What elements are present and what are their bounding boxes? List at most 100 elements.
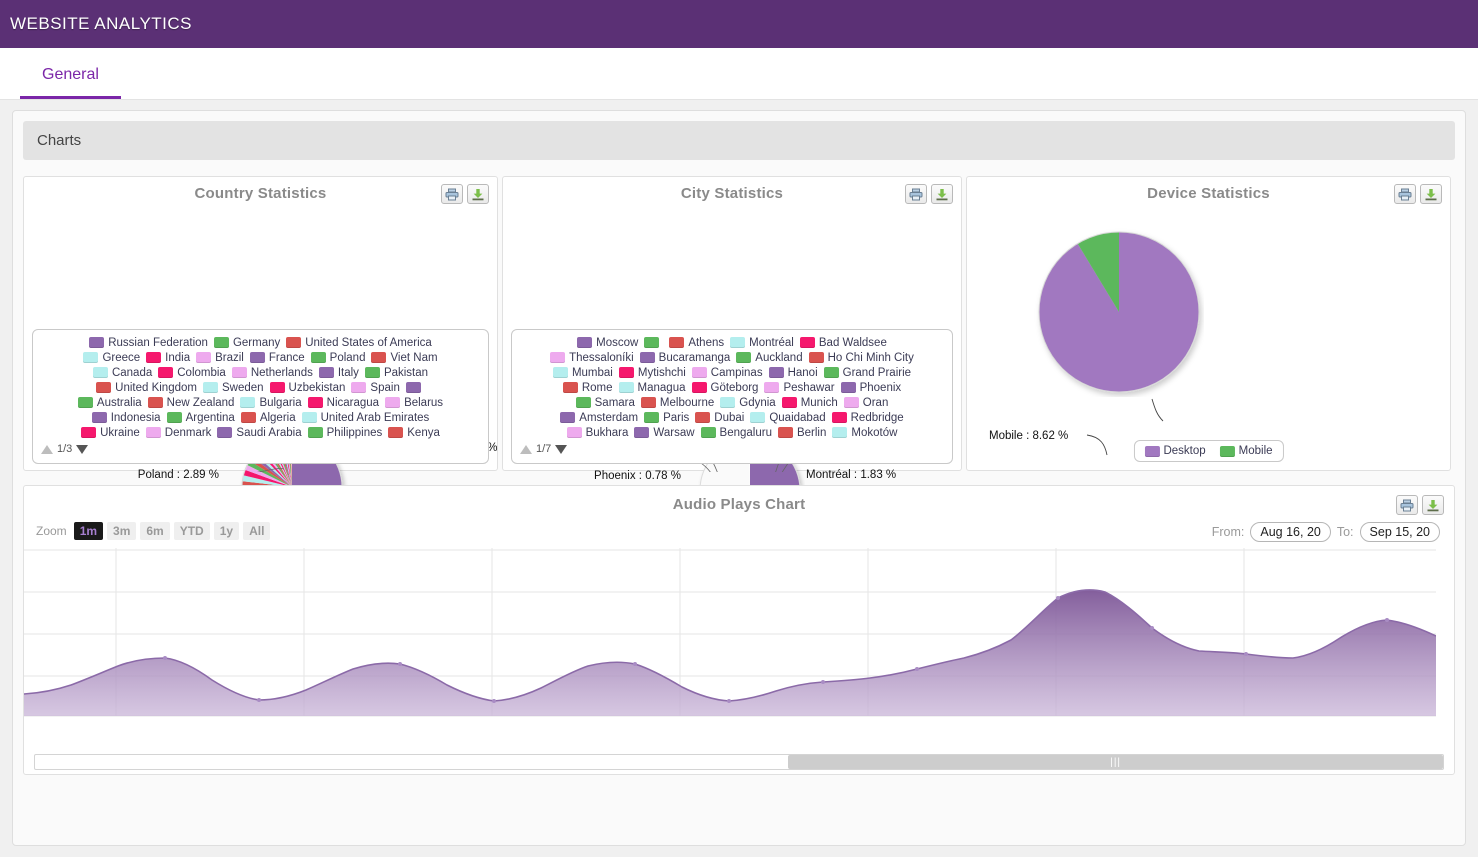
download-icon[interactable] bbox=[1420, 184, 1442, 204]
legend-item[interactable]: Desktop bbox=[1144, 445, 1205, 457]
from-date-input[interactable]: Aug 16, 20 bbox=[1250, 522, 1330, 542]
legend-item[interactable] bbox=[406, 382, 425, 393]
legend-item[interactable]: Bad Waldsee bbox=[800, 337, 887, 349]
legend-item[interactable]: Athens bbox=[669, 337, 724, 349]
legend-item[interactable]: Mytishchi bbox=[619, 367, 686, 379]
legend-item[interactable]: Hanoi bbox=[769, 367, 818, 379]
legend-item[interactable]: Russian Federation bbox=[89, 337, 208, 349]
legend-item[interactable]: Philippines bbox=[308, 427, 383, 439]
legend-item[interactable]: Bukhara bbox=[567, 427, 629, 439]
legend-prev-icon[interactable] bbox=[41, 445, 53, 454]
legend-item[interactable]: Argentina bbox=[167, 412, 235, 424]
printer-icon[interactable] bbox=[905, 184, 927, 204]
device-pie-svg[interactable] bbox=[1034, 227, 1204, 397]
legend-item[interactable]: Mokotów bbox=[832, 427, 897, 439]
legend-item[interactable]: Phoenix bbox=[841, 382, 902, 394]
legend-item[interactable]: Belarus bbox=[385, 397, 443, 409]
legend-item[interactable]: Paris bbox=[644, 412, 689, 424]
legend-item[interactable]: Munich bbox=[782, 397, 838, 409]
device-pie[interactable] bbox=[1034, 227, 1204, 397]
legend-item[interactable]: Ho Chi Minh City bbox=[809, 352, 914, 364]
printer-icon[interactable] bbox=[1394, 184, 1416, 204]
legend-item[interactable]: Peshawar bbox=[764, 382, 834, 394]
zoom-option-3m[interactable]: 3m bbox=[107, 522, 136, 540]
legend-item[interactable]: Mumbai bbox=[553, 367, 613, 379]
legend-item[interactable]: Indonesia bbox=[92, 412, 161, 424]
legend-item[interactable]: Algeria bbox=[241, 412, 296, 424]
chart-scrollbar[interactable]: ||| bbox=[34, 754, 1444, 770]
legend-item[interactable]: Germany bbox=[214, 337, 280, 349]
legend-item[interactable]: Quaidabad bbox=[750, 412, 825, 424]
legend-item[interactable]: Gdynia bbox=[720, 397, 775, 409]
tab-general[interactable]: General bbox=[20, 58, 121, 99]
legend-item[interactable]: Berlin bbox=[778, 427, 826, 439]
legend-item[interactable]: United Kingdom bbox=[96, 382, 197, 394]
printer-icon[interactable] bbox=[1396, 495, 1418, 515]
legend-item[interactable]: Viet Nam bbox=[371, 352, 437, 364]
to-label: To: bbox=[1337, 525, 1354, 539]
legend-item[interactable]: France bbox=[250, 352, 305, 364]
download-icon[interactable] bbox=[931, 184, 953, 204]
legend-item[interactable]: United Arab Emirates bbox=[302, 412, 430, 424]
legend-item[interactable]: Thessaloníki bbox=[550, 352, 634, 364]
legend-item[interactable]: Oran bbox=[844, 397, 889, 409]
legend-item[interactable]: Bucaramanga bbox=[640, 352, 731, 364]
legend-item[interactable]: Campinas bbox=[692, 367, 763, 379]
chart-scrollbar-thumb[interactable]: ||| bbox=[788, 755, 1443, 769]
legend-item[interactable]: India bbox=[146, 352, 190, 364]
legend-item[interactable]: Samara bbox=[576, 397, 635, 409]
legend-prev-icon[interactable] bbox=[520, 445, 532, 454]
legend-item[interactable]: Canada bbox=[93, 367, 152, 379]
zoom-option-1m[interactable]: 1m bbox=[74, 522, 103, 540]
download-icon[interactable] bbox=[1422, 495, 1444, 515]
legend-item[interactable]: Netherlands bbox=[232, 367, 313, 379]
legend-item[interactable]: Greece bbox=[83, 352, 140, 364]
legend-item[interactable]: Bengaluru bbox=[701, 427, 772, 439]
legend-item[interactable]: Italy bbox=[319, 367, 359, 379]
legend-item[interactable] bbox=[644, 337, 663, 348]
legend-item[interactable]: Dubai bbox=[695, 412, 744, 424]
legend-item[interactable]: New Zealand bbox=[148, 397, 235, 409]
city-export-buttons bbox=[905, 184, 953, 204]
legend-item[interactable]: Rome bbox=[563, 382, 613, 394]
legend-item[interactable]: Denmark bbox=[146, 427, 212, 439]
legend-swatch bbox=[730, 337, 745, 348]
legend-item[interactable]: Auckland bbox=[736, 352, 802, 364]
legend-item[interactable]: Moscow bbox=[577, 337, 638, 349]
legend-item[interactable]: Ukraine bbox=[81, 427, 140, 439]
legend-label: Spain bbox=[370, 382, 399, 394]
legend-item[interactable]: Göteborg bbox=[692, 382, 759, 394]
legend-item[interactable]: Colombia bbox=[158, 367, 226, 379]
legend-item[interactable]: Managua bbox=[619, 382, 686, 394]
zoom-option-1y[interactable]: 1y bbox=[214, 522, 239, 540]
legend-label: Rome bbox=[582, 382, 613, 394]
legend-item[interactable]: Kenya bbox=[388, 427, 440, 439]
legend-item[interactable]: Grand Prairie bbox=[824, 367, 911, 379]
download-icon[interactable] bbox=[467, 184, 489, 204]
to-date-input[interactable]: Sep 15, 20 bbox=[1360, 522, 1440, 542]
legend-item[interactable]: Uzbekistan bbox=[270, 382, 346, 394]
legend-item[interactable]: Saudi Arabia bbox=[217, 427, 301, 439]
legend-item[interactable]: Mobile bbox=[1220, 445, 1273, 457]
legend-item[interactable]: Amsterdam bbox=[560, 412, 638, 424]
legend-next-icon[interactable] bbox=[76, 445, 88, 454]
legend-item[interactable]: Sweden bbox=[203, 382, 264, 394]
legend-item[interactable]: Brazil bbox=[196, 352, 244, 364]
legend-item[interactable]: Montréal bbox=[730, 337, 794, 349]
legend-item[interactable]: United States of America bbox=[286, 337, 432, 349]
legend-item[interactable]: Australia bbox=[78, 397, 142, 409]
legend-item[interactable]: Nicaragua bbox=[308, 397, 379, 409]
legend-item[interactable]: Poland bbox=[311, 352, 366, 364]
legend-next-icon[interactable] bbox=[555, 445, 567, 454]
legend-item[interactable]: Bulgaria bbox=[240, 397, 301, 409]
audio-plays-plot[interactable] bbox=[24, 548, 1436, 718]
zoom-option-ytd[interactable]: YTD bbox=[174, 522, 210, 540]
legend-item[interactable]: Spain bbox=[351, 382, 399, 394]
legend-item[interactable]: Melbourne bbox=[641, 397, 714, 409]
legend-item[interactable]: Pakistan bbox=[365, 367, 428, 379]
printer-icon[interactable] bbox=[441, 184, 463, 204]
legend-item[interactable]: Warsaw bbox=[634, 427, 694, 439]
zoom-option-6m[interactable]: 6m bbox=[140, 522, 169, 540]
legend-item[interactable]: Redbridge bbox=[832, 412, 904, 424]
zoom-option-all[interactable]: All bbox=[243, 522, 270, 540]
